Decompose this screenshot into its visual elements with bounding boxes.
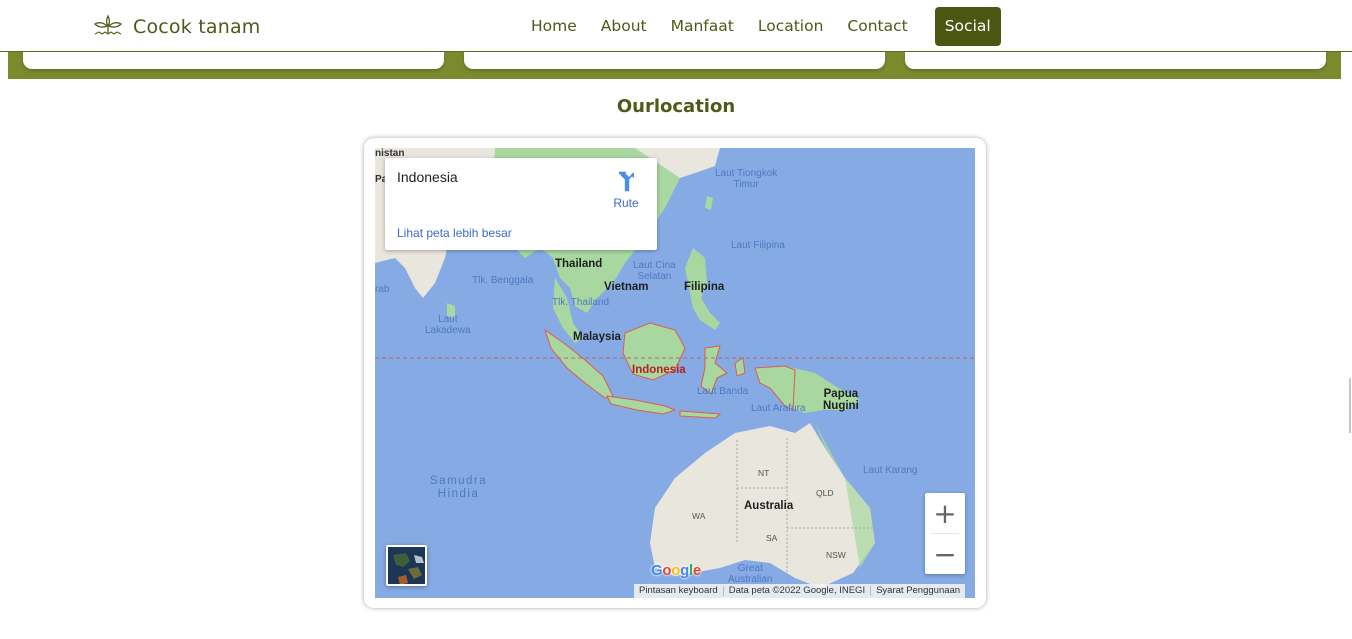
brand[interactable]: Cocok tanam bbox=[92, 12, 261, 38]
map-label: Laut Karang bbox=[863, 465, 918, 476]
map-label: Laut Banda bbox=[697, 386, 749, 397]
map-label: NSW bbox=[826, 550, 846, 560]
nav-link-home[interactable]: Home bbox=[519, 7, 589, 46]
zoom-in-button[interactable]: + bbox=[925, 493, 965, 533]
place-title: Indonesia bbox=[397, 169, 458, 185]
brand-name: Cocok tanam bbox=[133, 16, 261, 38]
route-label: Rute bbox=[613, 196, 639, 210]
nav-link-contact[interactable]: Contact bbox=[835, 7, 919, 46]
map-attribution: Pintasan keyboard Data peta ©2022 Google… bbox=[634, 584, 966, 598]
map-label: SA bbox=[766, 533, 778, 543]
route-button[interactable]: Rute bbox=[613, 170, 639, 210]
map-label: QLD bbox=[816, 488, 834, 498]
place-info-card: Indonesia Rute Lihat peta lebih besar bbox=[385, 158, 657, 250]
map-label: NT bbox=[758, 468, 770, 478]
plant-sprout-icon bbox=[93, 14, 123, 35]
feature-card bbox=[464, 52, 885, 69]
map-label: Papua Nugini bbox=[823, 388, 859, 412]
nav-link-location[interactable]: Location bbox=[746, 7, 836, 46]
section-title: Ourlocation bbox=[616, 96, 736, 117]
keyboard-shortcuts-link[interactable]: Pintasan keyboard bbox=[634, 584, 723, 598]
map-label: Laut Cina Selatan bbox=[633, 260, 676, 282]
directions-icon bbox=[619, 171, 634, 192]
map-label: Vietnam bbox=[604, 281, 649, 293]
map-label: Laut Filipina bbox=[731, 240, 785, 251]
google-logo[interactable]: Google bbox=[651, 562, 701, 579]
map-label: WA bbox=[692, 511, 706, 521]
social-button[interactable]: Social bbox=[934, 7, 1001, 46]
map-label: Laut Arafura bbox=[751, 403, 806, 414]
map-label: rab bbox=[375, 284, 390, 295]
satellite-toggle-button[interactable] bbox=[386, 545, 427, 586]
navbar: Cocok tanam Home About Manfaat Location … bbox=[0, 0, 1352, 52]
map-label: Thailand bbox=[555, 258, 603, 270]
nav-link-manfaat[interactable]: Manfaat bbox=[659, 7, 746, 46]
feature-card bbox=[23, 52, 444, 69]
map-data-text: Data peta ©2022 Google, INEGI bbox=[728, 585, 866, 596]
zoom-out-button[interactable]: − bbox=[925, 534, 965, 574]
map-label: Samudra Hindia bbox=[430, 475, 488, 500]
map-label: Malaysia bbox=[573, 331, 621, 343]
map-label: Laut Lakadewa bbox=[425, 314, 471, 336]
map-label: Laut Tiongkok Timur bbox=[715, 168, 778, 190]
map-label: Great Australian bbox=[728, 563, 773, 585]
terms-link[interactable]: Syarat Penggunaan bbox=[871, 584, 965, 598]
main-nav: Home About Manfaat Location Contact Soci… bbox=[519, 7, 1001, 46]
map-label: Tlk. Benggala bbox=[472, 275, 534, 286]
map-label: Australia bbox=[744, 500, 794, 512]
nav-link-about[interactable]: About bbox=[589, 7, 659, 46]
zoom-control: + − bbox=[925, 493, 965, 574]
map-label-indonesia: Indonesia bbox=[632, 364, 686, 376]
page-scrollbar[interactable] bbox=[1349, 378, 1351, 433]
map-label: Tlk. Thailand bbox=[552, 297, 610, 308]
view-larger-map-link[interactable]: Lihat peta lebih besar bbox=[397, 226, 512, 240]
google-map-embed[interactable]: nistan Pa rab Laut Tiongkok Timur Laut F… bbox=[375, 148, 975, 598]
satellite-thumbnail-icon bbox=[388, 547, 425, 584]
map-label: Filipina bbox=[684, 281, 725, 293]
feature-card bbox=[905, 52, 1326, 69]
